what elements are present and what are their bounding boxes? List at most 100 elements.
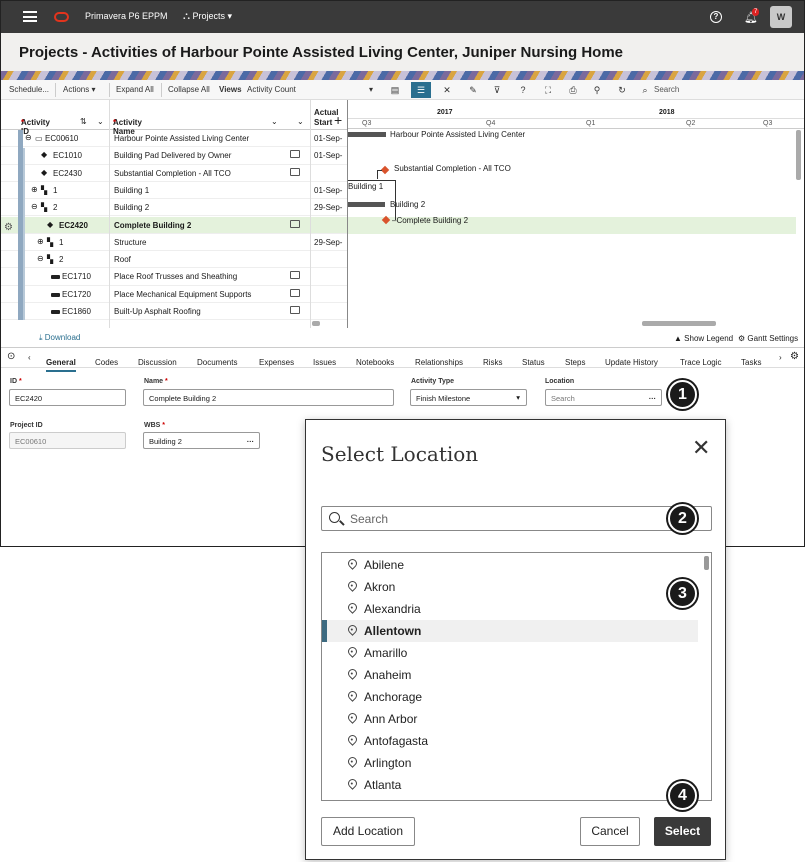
tabs-scroll-right-icon[interactable]: › bbox=[779, 353, 782, 362]
location-search-input[interactable]: Search bbox=[321, 506, 712, 531]
table-row[interactable]: ⊖ ▚ 2 Roof bbox=[1, 251, 347, 269]
collapse-all-button[interactable]: Collapse All bbox=[168, 85, 210, 94]
location-list-item[interactable]: Anchorage bbox=[322, 686, 698, 708]
tab-update-history[interactable]: Update History bbox=[605, 358, 658, 367]
row-settings-icon[interactable]: ⚙ bbox=[4, 222, 13, 233]
table-row[interactable]: ⊕ ▚ 1 Building 1 01-Sep- bbox=[1, 182, 347, 200]
location-list-item[interactable]: Anaheim bbox=[322, 664, 698, 686]
views-select[interactable]: Activity Count bbox=[247, 85, 296, 94]
print-icon[interactable]: ⎙ bbox=[563, 82, 583, 98]
comment-icon[interactable] bbox=[290, 150, 300, 159]
tab-steps[interactable]: Steps bbox=[565, 358, 585, 367]
grid-horizontal-scrollbar[interactable] bbox=[312, 321, 320, 326]
location-list-item[interactable]: Atlanta bbox=[322, 774, 698, 796]
comment-icon[interactable] bbox=[290, 219, 300, 228]
tab-documents[interactable]: Documents bbox=[197, 358, 237, 367]
gantt-view-icon[interactable]: ☰ bbox=[411, 82, 431, 98]
help-icon[interactable]: ? bbox=[710, 11, 722, 23]
cancel-button[interactable]: Cancel bbox=[580, 817, 640, 846]
table-row[interactable]: ◆ EC2430 Substantial Completion - All TCO bbox=[1, 165, 347, 182]
gantt-bar-project[interactable] bbox=[348, 132, 386, 137]
help-circle-icon[interactable]: ? bbox=[513, 82, 533, 98]
tab-codes[interactable]: Codes bbox=[95, 358, 118, 367]
activities-toolbar: Schedule... Actions ▾ Expand All Collaps… bbox=[1, 80, 804, 100]
close-icon[interactable]: ✕ bbox=[692, 437, 710, 459]
gantt-bar-building2[interactable] bbox=[348, 202, 385, 207]
user-avatar[interactable]: W bbox=[770, 6, 792, 28]
location-list-item[interactable]: Akron bbox=[322, 576, 698, 598]
location-list-item[interactable]: Amarillo bbox=[322, 642, 698, 664]
col-id-menu-icon[interactable]: ⌄ bbox=[97, 117, 104, 126]
expand-toggle-icon[interactable]: ⊖ bbox=[31, 202, 38, 211]
hamburger-menu-icon[interactable] bbox=[23, 11, 37, 22]
table-row[interactable]: EC1720 Place Mechanical Equipment Support… bbox=[1, 286, 347, 303]
tab-issues[interactable]: Issues bbox=[313, 358, 336, 367]
tab-trace-logic[interactable]: Trace Logic bbox=[680, 358, 722, 367]
table-row[interactable]: ⊖ ▚ 2 Building 2 29-Sep- bbox=[1, 199, 347, 217]
col-name-menu-icon[interactable]: ⌄ bbox=[271, 117, 278, 126]
tabs-settings-gear-icon[interactable]: ⚙ bbox=[790, 351, 799, 362]
name-field[interactable]: Complete Building 2 bbox=[143, 389, 394, 406]
views-dropdown-icon[interactable]: ▾ bbox=[369, 85, 373, 94]
table-row[interactable]: ⊕ ▚ 1 Structure 29-Sep- bbox=[1, 234, 347, 252]
id-field[interactable]: EC2420 bbox=[9, 389, 126, 406]
gantt-vertical-scrollbar[interactable] bbox=[796, 130, 801, 180]
show-legend-button[interactable]: ▲ Show Legend bbox=[674, 334, 733, 343]
location-list-item[interactable]: Alexandria bbox=[322, 598, 698, 620]
tab-tasks[interactable]: Tasks bbox=[741, 358, 761, 367]
fullscreen-icon[interactable]: ⛶ bbox=[538, 82, 558, 98]
collapse-details-icon[interactable]: ⊙ bbox=[7, 351, 15, 362]
location-list-item[interactable]: Abilene bbox=[322, 554, 698, 576]
location-list-item[interactable]: Ann Arbor bbox=[322, 708, 698, 730]
list-scrollbar[interactable] bbox=[704, 556, 709, 570]
tab-risks[interactable]: Risks bbox=[483, 358, 503, 367]
table-view-icon[interactable]: ▤ bbox=[385, 82, 405, 98]
tab-notebooks[interactable]: Notebooks bbox=[356, 358, 394, 367]
network-icon[interactable]: ✕ bbox=[437, 82, 457, 98]
schedule-menu[interactable]: Schedule... bbox=[9, 85, 49, 94]
wbs-field[interactable]: Building 2… bbox=[143, 432, 260, 449]
table-row[interactable]: ◆ EC2420 Complete Building 2 bbox=[1, 216, 347, 234]
comment-icon[interactable] bbox=[290, 271, 300, 280]
tab-discussion[interactable]: Discussion bbox=[138, 358, 177, 367]
filter-icon[interactable]: ⊽ bbox=[487, 82, 507, 98]
actions-menu[interactable]: Actions ▾ bbox=[63, 85, 95, 94]
download-link[interactable]: ⤓ Download bbox=[39, 333, 80, 343]
table-row[interactable]: EC1710 Place Roof Trusses and Sheathing bbox=[1, 268, 347, 286]
expand-toggle-icon[interactable]: ⊕ bbox=[31, 185, 38, 194]
milestone-diamond-icon[interactable] bbox=[380, 165, 390, 175]
location-list-item[interactable]: Allentown bbox=[322, 620, 698, 642]
table-row[interactable]: EC1860 Built-Up Asphalt Roofing bbox=[1, 303, 347, 321]
expand-toggle-icon[interactable]: ⊖ bbox=[25, 133, 32, 142]
table-row[interactable]: ⊖ ▭ EC00610 Harbour Pointe Assisted Living … bbox=[1, 130, 347, 148]
col-actual-start-line2[interactable]: Start bbox=[314, 118, 332, 127]
expand-all-button[interactable]: Expand All bbox=[116, 85, 154, 94]
select-button[interactable]: Select bbox=[654, 817, 711, 846]
expand-toggle-icon[interactable]: ⊕ bbox=[37, 237, 44, 246]
location-field[interactable]: Search… bbox=[545, 389, 662, 406]
tab-expenses[interactable]: Expenses bbox=[259, 358, 294, 367]
comment-icon[interactable] bbox=[290, 288, 300, 297]
expand-toggle-icon[interactable]: ⊖ bbox=[37, 254, 44, 263]
search-icon[interactable]: ⌕ bbox=[635, 82, 655, 98]
toolbar-search-input[interactable]: Search bbox=[654, 85, 679, 94]
location-list-item[interactable]: Antofagasta bbox=[322, 730, 698, 752]
tools-icon[interactable]: ⚲ bbox=[587, 82, 607, 98]
projects-menu[interactable]: ⛬ Projects ▾ bbox=[183, 11, 232, 22]
add-column-icon[interactable]: + bbox=[334, 112, 342, 128]
table-row[interactable]: ◆ EC1010 Building Pad Delivered by Owner 01… bbox=[1, 147, 347, 165]
comment-icon[interactable] bbox=[290, 306, 300, 314]
gantt-horizontal-scrollbar[interactable] bbox=[642, 321, 716, 326]
location-list-item[interactable]: Arlington bbox=[322, 752, 698, 774]
refresh-icon[interactable]: ↻ bbox=[612, 82, 632, 98]
relationship-icon[interactable]: ✎ bbox=[463, 82, 483, 98]
tab-status[interactable]: Status bbox=[522, 358, 545, 367]
comment-icon[interactable] bbox=[290, 167, 300, 176]
gantt-settings-button[interactable]: ⚙ Gantt Settings bbox=[738, 334, 798, 343]
sort-icon[interactable]: ⇅ bbox=[80, 117, 87, 126]
col-comments-menu-icon[interactable]: ⌄ bbox=[297, 117, 304, 126]
tab-relationships[interactable]: Relationships bbox=[415, 358, 463, 367]
add-location-button[interactable]: Add Location bbox=[321, 817, 415, 846]
activity-type-select[interactable]: Finish Milestone ▾ bbox=[410, 389, 527, 406]
tabs-scroll-left-icon[interactable]: ‹ bbox=[28, 353, 31, 362]
